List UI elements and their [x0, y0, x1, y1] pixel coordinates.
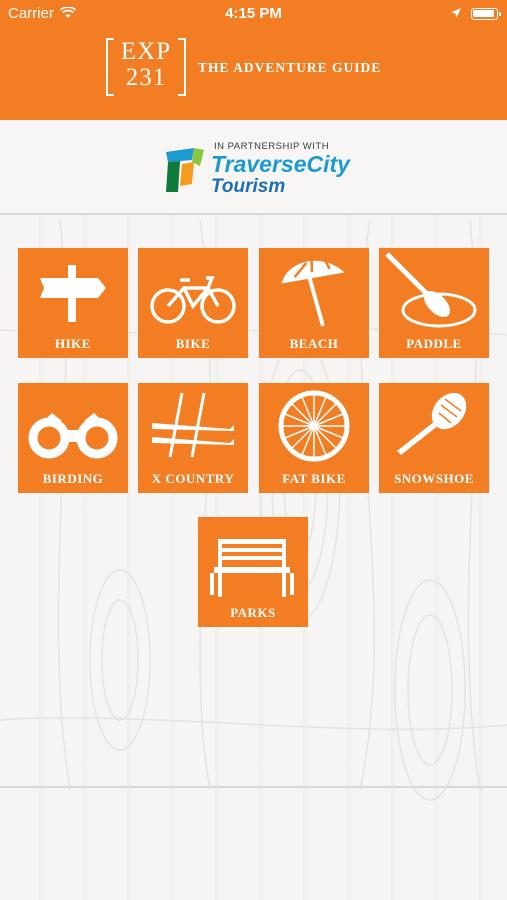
tile-fat-bike[interactable]: FAT BIKE — [259, 383, 369, 493]
tile-snowshoe[interactable]: SNOWSHOE — [379, 383, 489, 493]
partner-name: TraverseCity — [211, 151, 350, 177]
tile-label: PADDLE — [406, 336, 462, 351]
tile-label: PARKS — [230, 605, 276, 620]
tile-beach[interactable]: BEACH — [259, 248, 369, 358]
tile-label: FAT BIKE — [282, 471, 346, 486]
app-header: Carrier 4:15 PM EXP 231 THE ADVENTURE GU… — [0, 0, 507, 120]
tile-label: HIKE — [55, 336, 91, 351]
logo-text-top: EXP — [120, 38, 172, 65]
battery-icon — [471, 8, 501, 20]
traverse-city-logo-icon — [164, 146, 206, 199]
tile-label: BEACH — [289, 336, 339, 351]
tile-paddle[interactable]: PADDLE — [379, 248, 489, 358]
exp231-logo: EXP 231 — [106, 38, 186, 96]
tile-parks[interactable]: PARKS — [198, 517, 308, 627]
logo-text-bottom: 231 — [125, 64, 167, 91]
tile-label: BIKE — [175, 336, 211, 351]
tile-label: SNOWSHOE — [394, 471, 474, 486]
tile-label: X COUNTRY — [151, 471, 235, 486]
tile-bike[interactable]: BIKE — [138, 248, 248, 358]
partner-name-sub: Tourism — [211, 176, 286, 197]
status-bar: Carrier 4:15 PM — [0, 0, 507, 28]
footer-divider — [0, 786, 507, 788]
tagline: THE ADVENTURE GUIDE — [198, 60, 382, 75]
tile-hike[interactable]: HIKE — [18, 248, 128, 358]
location-arrow-icon — [450, 6, 462, 23]
tile-birding[interactable]: BIRDING — [18, 383, 128, 493]
tile-x-country[interactable]: X COUNTRY — [138, 383, 248, 493]
tile-label: BIRDING — [42, 471, 104, 486]
clock-label: 4:15 PM — [225, 5, 282, 22]
